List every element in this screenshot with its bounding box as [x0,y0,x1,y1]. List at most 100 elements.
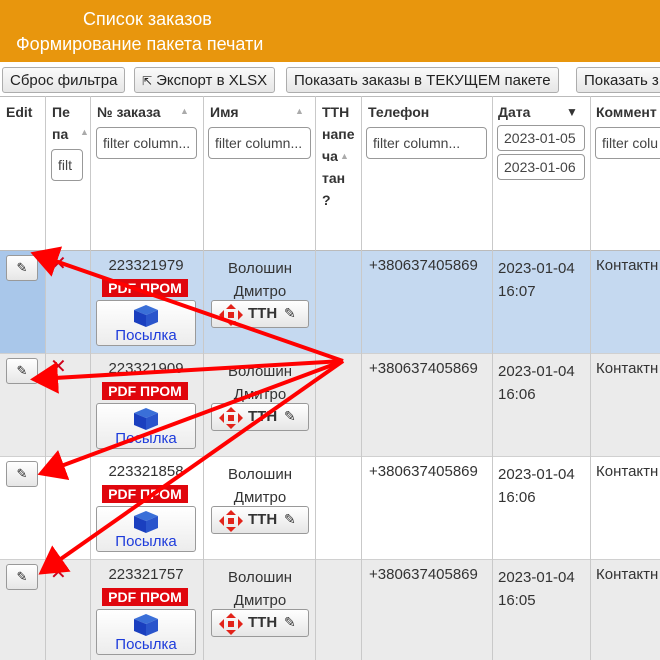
name-filter-input[interactable]: filter column... [208,127,311,159]
name-line1: Волошин [228,466,292,483]
nova-poshta-icon [219,407,243,429]
table-row[interactable]: ✎ ✕ 223321858 PDF ПРОМ Посылка Волошин Дм… [0,457,660,560]
sort-up-icon[interactable]: ▲ [180,106,189,116]
col-ttn-header-line4[interactable]: тан [322,167,345,189]
page-subtitle: Формирование пакета печати [16,34,264,54]
parcel-label: Посылка [115,327,177,344]
edit-cell: ✎ [0,457,45,559]
column-divider [203,96,204,660]
page-header: Список заказов Формирование пакета печат… [0,0,660,62]
pdf-prom-badge[interactable]: PDF ПРОМ [102,382,188,400]
col-ttn-header-line3[interactable]: ча [322,145,338,167]
ttn-button[interactable]: ТТН ✎ [211,403,309,431]
ttn-button[interactable]: ТТН ✎ [211,506,309,534]
nova-poshta-icon [219,510,243,532]
sort-down-icon[interactable]: ▼ [566,105,578,119]
parcel-button[interactable]: Посылка [96,403,196,449]
pencil-icon: ✎ [16,363,28,378]
edit-cell: ✎ [0,560,45,660]
reset-filter-label: Сброс фильтра [10,72,118,89]
col-ttn-header-line1[interactable]: ТТН [322,101,349,123]
time-line: 16:06 [498,386,536,403]
col-order-header[interactable]: № заказа [97,101,161,123]
ttn-label: ТТН [248,614,278,631]
edit-icon: ✎ [284,614,296,630]
pdf-prom-badge[interactable]: PDF ПРОМ [102,279,188,297]
order-number[interactable]: 223321979 [96,257,196,274]
orders-grid: Edit Пе па ▲ filt № заказа ▲ filter colu… [0,96,660,660]
edit-button[interactable]: ✎ [6,255,38,281]
col-ttn-header-line5[interactable]: ? [322,189,331,211]
date-value: 2023-01-04 16:06 [498,463,575,509]
pdf-prom-badge[interactable]: PDF ПРОМ [102,588,188,606]
date-line: 2023-01-04 [498,260,575,277]
col-printed-header-line1[interactable]: Пе [52,101,70,123]
order-number[interactable]: 223321858 [96,463,196,480]
col-ttn-header-line2[interactable]: напе [322,123,354,145]
grid-header: Edit Пе па ▲ filt № заказа ▲ filter colu… [0,96,660,251]
table-row[interactable]: ✎ ✕ 223321757 PDF ПРОМ Посылка Волошин Дм… [0,560,660,660]
comment-filter-input[interactable]: filter colu [595,127,660,159]
order-number[interactable]: 223321757 [96,566,196,583]
show-current-package-button[interactable]: Показать заказы в ТЕКУЩЕМ пакете [286,67,559,93]
col-phone-header[interactable]: Телефон [368,101,429,123]
phone-filter-input[interactable]: filter column... [366,127,487,159]
pdf-prom-badge[interactable]: PDF ПРОМ [102,485,188,503]
column-divider [492,96,493,660]
show-other-label: Показать з [584,72,659,89]
phone-value: +380637405869 [369,257,478,274]
parcel-button[interactable]: Посылка [96,609,196,655]
column-divider [90,96,91,660]
ttn-button[interactable]: ТТН ✎ [211,609,309,637]
ttn-button[interactable]: ТТН ✎ [211,300,309,328]
nova-poshta-icon [219,613,243,635]
parcel-button[interactable]: Посылка [96,506,196,552]
time-line: 16:06 [498,489,536,506]
not-printed-x-icon: ✕ [50,253,67,275]
col-name-header[interactable]: Имя [210,101,239,123]
box-icon [134,511,158,533]
sort-up-icon[interactable]: ▲ [295,106,304,116]
table-row[interactable]: ✎ ✕ 223321909 PDF ПРОМ Посылка Волошин Дм… [0,354,660,457]
date-to-input[interactable]: 2023-01-06 [497,154,585,180]
date-value: 2023-01-04 16:07 [498,257,575,303]
sort-up-icon[interactable]: ▲ [340,151,349,161]
box-icon [134,408,158,430]
name-line1: Волошин [228,569,292,586]
not-printed-x-icon: ✕ [50,459,67,481]
box-icon [134,614,158,636]
ttn-label: ТТН [248,305,278,322]
date-value: 2023-01-04 16:05 [498,566,575,612]
pencil-icon: ✎ [16,260,28,275]
col-printed-header-line2[interactable]: па [52,123,68,145]
customer-name: Волошин Дмитро [208,360,312,406]
printed-filter-input[interactable]: filt [51,149,83,181]
external-link-icon: ⇱ [142,74,153,88]
column-divider [45,96,46,660]
edit-icon: ✎ [284,408,296,424]
time-line: 16:05 [498,592,536,609]
table-row[interactable]: ✎ ✕ 223321979 PDF ПРОМ Посылка Волошин Дм… [0,251,660,354]
edit-cell: ✎ [0,354,45,456]
edit-button[interactable]: ✎ [6,564,38,590]
order-filter-input[interactable]: filter column... [96,127,197,159]
customer-name: Волошин Дмитро [208,257,312,303]
export-xlsx-button[interactable]: ⇱ Экспорт в XLSX [134,67,276,93]
name-line1: Волошин [228,363,292,380]
col-date-header[interactable]: Дата [498,101,530,123]
edit-button[interactable]: ✎ [6,358,38,384]
edit-button[interactable]: ✎ [6,461,38,487]
order-number[interactable]: 223321909 [96,360,196,377]
comment-value: Контактн [596,566,659,583]
col-comment-header[interactable]: Коммент [596,101,657,123]
phone-value: +380637405869 [369,566,478,583]
date-value: 2023-01-04 16:06 [498,360,575,406]
parcel-button[interactable]: Посылка [96,300,196,346]
show-other-button[interactable]: Показать з [576,67,660,93]
date-from-input[interactable]: 2023-01-05 [497,125,585,151]
parcel-label: Посылка [115,533,177,550]
reset-filter-button[interactable]: Сброс фильтра [2,67,126,93]
date-line: 2023-01-04 [498,363,575,380]
sort-up-icon[interactable]: ▲ [80,127,89,137]
col-edit-header: Edit [6,104,33,120]
